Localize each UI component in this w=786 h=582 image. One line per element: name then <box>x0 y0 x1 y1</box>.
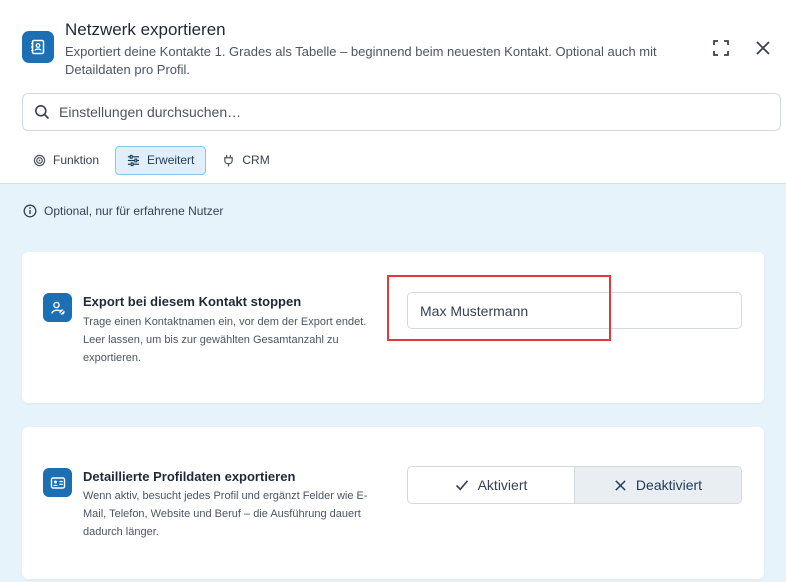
user-stop-icon <box>43 293 72 322</box>
hint-text: Optional, nur für erfahrene Nutzer <box>44 204 224 218</box>
setting-description: Trage einen Kontaktnamen ein, vor dem de… <box>83 316 367 364</box>
tab-funktion[interactable]: Funktion <box>22 146 110 175</box>
setting-title: Detaillierte Profildaten exportieren <box>83 469 296 484</box>
settings-panel: Optional, nur für erfahrene Nutzer Expor… <box>0 183 786 582</box>
setting-card-stop-contact: Export bei diesem Kontakt stoppen Trage … <box>22 252 764 403</box>
tab-crm[interactable]: CRM <box>211 146 280 175</box>
expand-icon <box>713 40 729 56</box>
toggle-label: Deaktiviert <box>635 477 703 493</box>
search-icon <box>35 105 50 120</box>
tab-label: Erweitert <box>147 153 195 167</box>
dialog-subtitle: Exportiert deine Kontakte 1. Grades als … <box>65 44 657 77</box>
advanced-hint: Optional, nur für erfahrene Nutzer <box>23 204 223 218</box>
setting-title: Export bei diesem Kontakt stoppen <box>83 294 302 309</box>
settings-search[interactable] <box>22 93 781 131</box>
close-icon <box>756 41 770 55</box>
expand-button[interactable] <box>711 38 731 58</box>
plug-icon <box>224 154 234 167</box>
contacts-book-icon <box>22 31 54 63</box>
tab-erweitert[interactable]: Erweitert <box>115 145 207 175</box>
target-icon <box>33 154 46 166</box>
setting-card-detail-export: Detaillierte Profildaten exportieren Wen… <box>22 427 764 579</box>
dialog-header: Netzwerk exportieren Exportiert deine Ko… <box>0 0 786 183</box>
setting-description: Wenn aktiv, besucht jedes Profil und erg… <box>83 490 368 538</box>
stop-contact-input[interactable] <box>407 292 742 329</box>
tab-bar: Funktion Erweitert CRM <box>22 145 286 175</box>
sliders-icon <box>127 154 140 166</box>
toggle-option-deaktiviert[interactable]: Deaktiviert <box>574 467 741 503</box>
dialog-title: Netzwerk exportieren <box>65 20 226 39</box>
check-icon <box>455 480 468 491</box>
close-button[interactable] <box>753 38 773 58</box>
toggle-option-aktiviert[interactable]: Aktiviert <box>408 467 574 503</box>
id-card-icon <box>43 468 72 497</box>
tab-label: CRM <box>242 153 270 167</box>
close-icon <box>615 479 626 491</box>
info-icon <box>23 204 37 218</box>
detail-export-toggle: Aktiviert Deaktiviert <box>407 466 742 504</box>
toggle-label: Aktiviert <box>477 477 528 493</box>
search-input[interactable] <box>59 104 749 120</box>
tab-label: Funktion <box>53 153 100 167</box>
